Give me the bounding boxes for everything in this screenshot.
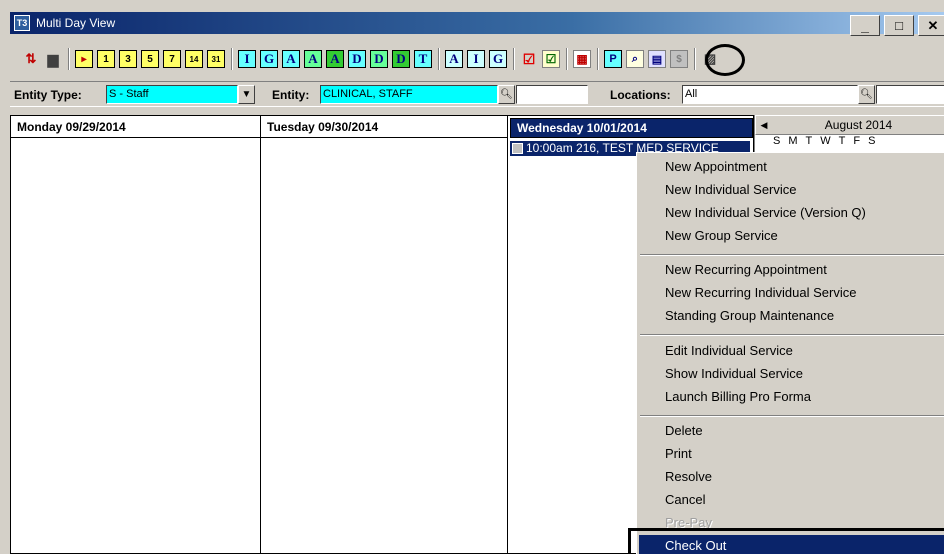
entity-field[interactable]: CLINICAL, STAFF bbox=[320, 85, 498, 104]
print-icon[interactable]: ▆ bbox=[44, 50, 62, 68]
view-1-day-button[interactable]: 1 bbox=[97, 50, 115, 68]
toolbar-separator bbox=[231, 48, 233, 70]
appointment-icon bbox=[512, 143, 523, 154]
appointment-filter-button-2[interactable]: A bbox=[304, 50, 322, 68]
menu-item-check-out[interactable]: Check Out bbox=[639, 535, 944, 554]
menu-item-edit-individual-service[interactable]: Edit Individual Service bbox=[665, 343, 793, 358]
day-column-monday[interactable]: Monday 09/29/2014 bbox=[11, 116, 261, 554]
day-header-selected[interactable]: Wednesday 10/01/2014 bbox=[510, 118, 753, 138]
weekday-letter: T bbox=[805, 135, 813, 147]
individual-filter-button[interactable]: I bbox=[238, 50, 256, 68]
toolbar-separator bbox=[68, 48, 70, 70]
locations-extra-field[interactable] bbox=[876, 85, 944, 104]
toolbar-separator bbox=[513, 48, 515, 70]
maximize-button[interactable]: □ bbox=[884, 15, 914, 36]
check-red-icon[interactable]: ☑ bbox=[520, 50, 538, 68]
weekday-letter: M bbox=[788, 135, 798, 147]
locations-search-icon[interactable]: 🔍︎ bbox=[858, 85, 875, 104]
appointment-filter-button-3[interactable]: A bbox=[326, 50, 344, 68]
menu-separator bbox=[640, 334, 944, 336]
today-icon[interactable]: ▸ bbox=[75, 50, 93, 68]
view-7-day-button[interactable]: 7 bbox=[163, 50, 181, 68]
menu-item-delete[interactable]: Delete bbox=[665, 423, 703, 438]
entity-type-label: Entity Type: bbox=[14, 88, 82, 102]
refresh-icon[interactable]: ⇅ bbox=[22, 50, 40, 68]
menu-separator bbox=[640, 415, 944, 417]
calendar-grid-icon[interactable]: ▦ bbox=[573, 50, 591, 68]
menu-item-new-recurring-individual-service[interactable]: New Recurring Individual Service bbox=[665, 285, 856, 300]
prev-month-icon[interactable]: ◀ bbox=[756, 120, 772, 131]
title-bar[interactable]: T3 Multi Day View _ □ ✕ bbox=[10, 12, 944, 36]
view-3-day-button[interactable]: 3 bbox=[119, 50, 137, 68]
menu-item-show-individual-service[interactable]: Show Individual Service bbox=[665, 366, 803, 381]
menu-item-print[interactable]: Print bbox=[665, 446, 692, 461]
day-column-tuesday[interactable]: Tuesday 09/30/2014 bbox=[261, 116, 508, 554]
weekday-letter: T bbox=[838, 135, 846, 147]
weekday-letter: F bbox=[853, 135, 861, 147]
view-14-day-button[interactable]: 14 bbox=[185, 50, 203, 68]
minimize-button[interactable]: _ bbox=[850, 15, 880, 36]
menu-item-new-group-service[interactable]: New Group Service bbox=[665, 228, 778, 243]
entity-label: Entity: bbox=[272, 88, 310, 102]
document-filter-button-3[interactable]: D bbox=[392, 50, 410, 68]
menu-item-new-individual-service-q[interactable]: New Individual Service (Version Q) bbox=[665, 205, 866, 220]
menu-item-resolve[interactable]: Resolve bbox=[665, 469, 712, 484]
menu-item-pre-pay: Pre-Pay bbox=[665, 515, 712, 530]
find-icon[interactable]: ⌕ bbox=[626, 50, 644, 68]
menu-separator bbox=[640, 254, 944, 256]
toolbar-separator bbox=[597, 48, 599, 70]
mini-month-header: ◀ August 2014 bbox=[755, 115, 944, 135]
schedule-icon[interactable]: ▤ bbox=[648, 50, 666, 68]
context-menu: New Appointment New Individual Service N… bbox=[636, 152, 944, 554]
close-button[interactable]: ✕ bbox=[918, 15, 944, 36]
day-header[interactable]: Monday 09/29/2014 bbox=[11, 116, 260, 138]
mini-month-title: August 2014 bbox=[824, 118, 893, 132]
individual-button[interactable]: I bbox=[467, 50, 485, 68]
billing-icon[interactable]: $ bbox=[670, 50, 688, 68]
entity-extra-field[interactable] bbox=[516, 85, 588, 104]
toolbar-separator bbox=[694, 48, 696, 70]
toolbar-separator bbox=[438, 48, 440, 70]
weekday-letter: S bbox=[773, 135, 781, 147]
all-button[interactable]: A bbox=[445, 50, 463, 68]
day-header[interactable]: Tuesday 09/30/2014 bbox=[261, 116, 507, 138]
document-filter-button[interactable]: D bbox=[348, 50, 366, 68]
menu-item-standing-group-maintenance[interactable]: Standing Group Maintenance bbox=[665, 308, 834, 323]
entity-search-icon[interactable]: 🔍︎ bbox=[498, 85, 515, 104]
weekday-letter: W bbox=[820, 135, 831, 147]
weekday-row: S M T W T F S bbox=[755, 135, 944, 147]
properties-icon[interactable]: ▨ bbox=[701, 50, 719, 68]
app-icon: T3 bbox=[14, 15, 30, 31]
menu-item-cancel[interactable]: Cancel bbox=[665, 492, 705, 507]
group-button[interactable]: G bbox=[489, 50, 507, 68]
menu-item-new-individual-service[interactable]: New Individual Service bbox=[665, 182, 797, 197]
locations-label: Locations: bbox=[610, 88, 671, 102]
document-filter-button-2[interactable]: D bbox=[370, 50, 388, 68]
filter-bar: Entity Type: S - Staff ▼ Entity: CLINICA… bbox=[10, 81, 944, 107]
check-out-icon[interactable]: ☑ bbox=[542, 50, 560, 68]
menu-item-new-appointment[interactable]: New Appointment bbox=[665, 159, 767, 174]
locations-field[interactable]: All bbox=[682, 85, 858, 104]
multi-day-view-window: T3 Multi Day View _ □ ✕ ⇅ ▆ ▸ 1 3 5 7 14… bbox=[0, 0, 944, 554]
menu-item-new-recurring-appointment[interactable]: New Recurring Appointment bbox=[665, 262, 827, 277]
view-31-day-button[interactable]: 31 bbox=[207, 50, 225, 68]
chevron-down-icon[interactable]: ▼ bbox=[238, 85, 255, 104]
toolbar-separator bbox=[566, 48, 568, 70]
p-button-icon[interactable]: P bbox=[604, 50, 622, 68]
toolbar: ⇅ ▆ ▸ 1 3 5 7 14 31 I G A A A D D D T A … bbox=[10, 42, 944, 76]
group-filter-button[interactable]: G bbox=[260, 50, 278, 68]
window-title: Multi Day View bbox=[36, 16, 116, 30]
appointment-filter-button[interactable]: A bbox=[282, 50, 300, 68]
menu-item-launch-billing-pro-forma[interactable]: Launch Billing Pro Forma bbox=[665, 389, 811, 404]
weekday-letter: S bbox=[868, 135, 876, 147]
menu-item-check-out-label: Check Out bbox=[665, 538, 727, 553]
entity-type-select[interactable]: S - Staff bbox=[106, 85, 238, 104]
task-filter-button[interactable]: T bbox=[414, 50, 432, 68]
view-5-day-button[interactable]: 5 bbox=[141, 50, 159, 68]
